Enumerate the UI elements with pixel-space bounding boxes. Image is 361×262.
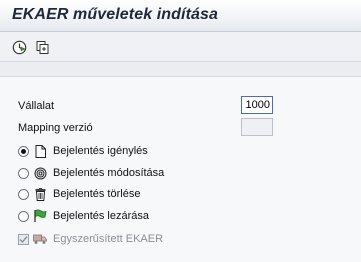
spiral-modify-icon bbox=[33, 166, 47, 180]
application-toolbar bbox=[0, 32, 361, 62]
trash-icon bbox=[33, 187, 47, 201]
option-delete[interactable]: Bejelentés törlése bbox=[18, 184, 140, 204]
option-modify-label: Bejelentés módosítása bbox=[53, 167, 165, 179]
option-request-label: Bejelentés igénylés bbox=[53, 145, 148, 157]
simplified-ekaer-checkbox bbox=[18, 233, 29, 245]
option-delete-label: Bejelentés törlése bbox=[53, 188, 141, 200]
option-close[interactable]: Bejelentés lezárása bbox=[18, 206, 149, 226]
simplified-ekaer-label: Egyszerűsített EKAER bbox=[53, 233, 164, 245]
get-variant-icon bbox=[36, 41, 49, 54]
company-field[interactable] bbox=[241, 96, 273, 114]
execute-button[interactable] bbox=[11, 39, 28, 56]
simplified-ekaer-row: Egyszerűsített EKAER bbox=[18, 229, 163, 249]
get-variant-button[interactable] bbox=[34, 39, 51, 56]
radio-delete[interactable] bbox=[18, 188, 29, 200]
mapping-version-field[interactable] bbox=[241, 118, 273, 136]
truck-icon bbox=[33, 232, 47, 246]
mapping-label: Mapping verzió bbox=[18, 122, 93, 134]
document-icon bbox=[33, 144, 47, 158]
option-request[interactable]: Bejelentés igénylés bbox=[18, 141, 148, 161]
option-close-label: Bejelentés lezárása bbox=[53, 210, 150, 222]
radio-modify[interactable] bbox=[18, 167, 29, 179]
title-bar: EKAER műveletek indítása bbox=[0, 0, 361, 32]
radio-close[interactable] bbox=[18, 210, 29, 222]
radio-request[interactable] bbox=[18, 145, 29, 157]
mapping-row: Mapping verzió bbox=[18, 118, 93, 138]
company-row: Vállalat bbox=[18, 96, 54, 116]
option-modify[interactable]: Bejelentés módosítása bbox=[18, 163, 164, 183]
execute-clock-icon bbox=[12, 40, 27, 55]
page-title: EKAER műveletek indítása bbox=[12, 6, 219, 23]
green-flag-icon bbox=[33, 209, 47, 223]
company-label: Vállalat bbox=[18, 100, 55, 112]
